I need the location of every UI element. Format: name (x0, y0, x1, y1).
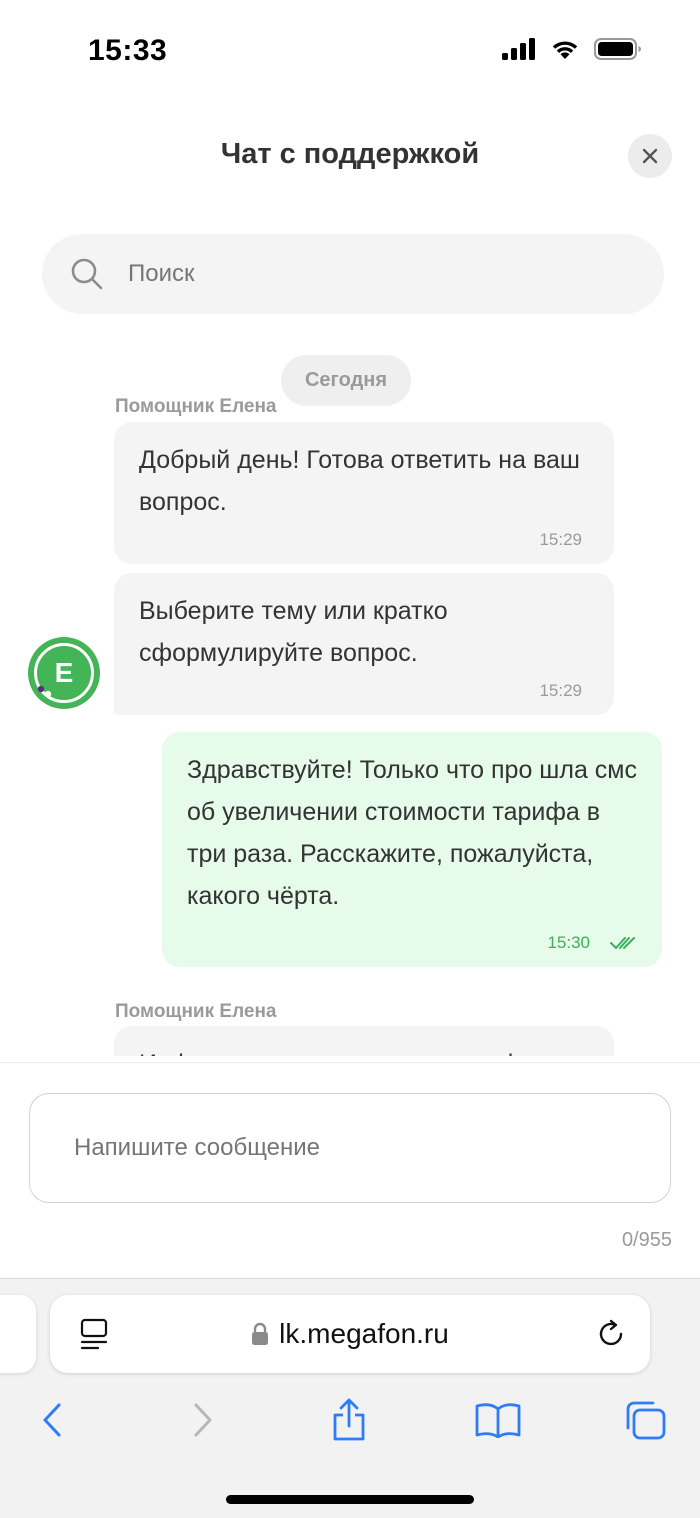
previous-tab-preview[interactable] (0, 1295, 36, 1373)
search-icon (71, 258, 103, 290)
close-icon (642, 148, 658, 164)
message-bubble-incoming[interactable]: Добрый день! Готова ответить на ваш вопр… (114, 422, 614, 564)
reload-icon[interactable] (596, 1319, 626, 1349)
chevron-right-icon (194, 1403, 212, 1437)
avatar-dots-icon (37, 685, 52, 698)
close-button[interactable] (628, 134, 672, 178)
message-bubble-outgoing[interactable]: Здравствуйте! Только что про шла смс об … (162, 732, 662, 967)
status-bar: 15:33 (0, 0, 700, 100)
sender-name: Помощник Елена (115, 396, 277, 417)
back-button[interactable] (27, 1395, 77, 1445)
tabs-icon (626, 1401, 666, 1440)
message-text: Информация о стоимости тарифа (139, 1043, 594, 1056)
page-title: Чат с поддержкой (220, 138, 480, 170)
url-display[interactable]: lk.megafon.ru (50, 1295, 650, 1373)
message-composer: 0/955 (0, 1062, 700, 1278)
wifi-icon (552, 41, 578, 59)
home-indicator (226, 1495, 474, 1504)
share-button[interactable] (324, 1395, 374, 1445)
bookmarks-button[interactable] (473, 1395, 523, 1445)
message-text: Добрый день! Готова ответить на ваш вопр… (139, 446, 580, 516)
tabs-button[interactable] (620, 1395, 670, 1445)
search-input[interactable] (128, 260, 608, 288)
sender-name: Помощник Елена (115, 1001, 277, 1022)
message-text: Выберите тему или кратко сформулируйте в… (139, 597, 448, 667)
forward-button[interactable] (178, 1395, 228, 1445)
book-icon (475, 1403, 521, 1438)
chevron-left-icon (43, 1403, 61, 1437)
lock-icon (252, 1322, 269, 1345)
search-box[interactable] (42, 234, 664, 314)
message-input[interactable] (29, 1093, 671, 1203)
address-bar[interactable]: lk.megafon.ru (50, 1295, 650, 1373)
date-separator: Сегодня (281, 355, 411, 406)
message-bubble-incoming[interactable]: Выберите тему или кратко сформулируйте в… (114, 573, 614, 715)
assistant-avatar: Е (28, 637, 100, 709)
double-check-icon (610, 937, 635, 949)
message-text: Здравствуйте! Только что про шла смс об … (187, 756, 637, 910)
share-icon (333, 1398, 365, 1441)
status-icons (502, 38, 642, 60)
message-time: 15:30 (547, 933, 590, 952)
char-counter: 0/955 (621, 1229, 672, 1251)
cellular-signal-icon (502, 38, 535, 60)
message-time: 15:29 (539, 530, 582, 549)
url-text: lk.megafon.ru (279, 1318, 449, 1349)
browser-toolbar: lk.megafon.ru (0, 1278, 700, 1518)
chat-messages[interactable]: Сегодня Помощник Елена Добрый день! Гото… (0, 330, 700, 1056)
battery-icon (594, 38, 641, 60)
message-time: 15:29 (539, 681, 582, 700)
status-time: 15:33 (88, 34, 168, 67)
avatar-letter: Е (54, 657, 74, 688)
browser-nav-row (0, 1395, 700, 1445)
message-bubble-incoming[interactable]: Информация о стоимости тарифа (114, 1026, 614, 1056)
